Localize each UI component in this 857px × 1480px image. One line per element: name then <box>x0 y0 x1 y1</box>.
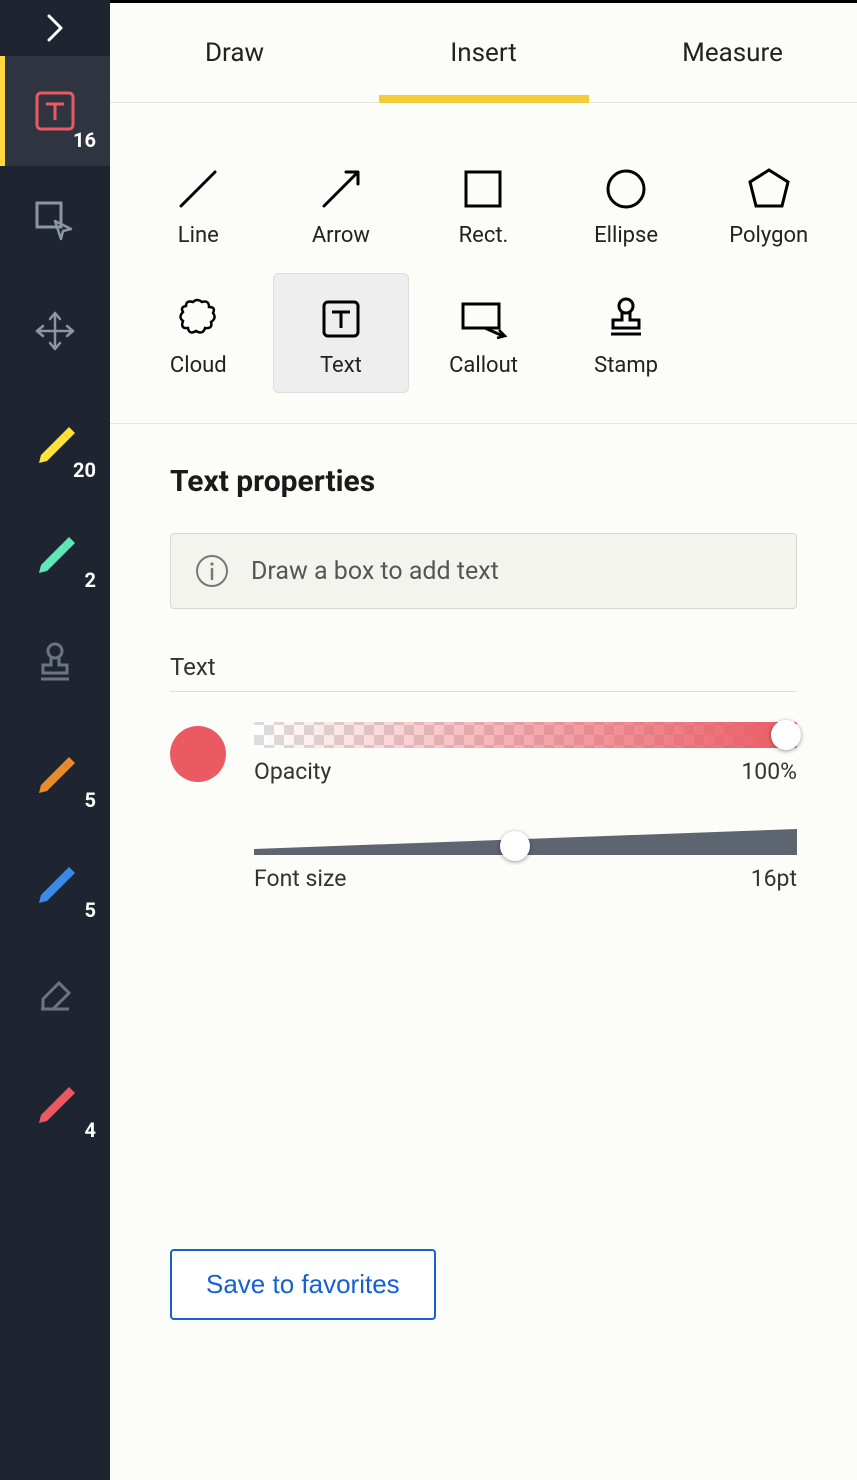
ellipse-icon <box>601 164 651 214</box>
tool-pen-red[interactable]: 4 <box>0 1046 110 1156</box>
shape-label: Ellipse <box>594 223 658 248</box>
slider-thumb[interactable] <box>771 720 801 750</box>
badge: 5 <box>85 898 96 922</box>
tab-insert[interactable]: Insert <box>359 3 608 102</box>
cloud-icon <box>173 294 223 344</box>
chevron-right-icon <box>45 14 65 42</box>
pen-icon <box>33 1079 77 1123</box>
eraser-icon <box>33 969 77 1013</box>
line-icon <box>173 164 223 214</box>
properties-panel: Text properties Draw a box to add text T… <box>110 424 857 932</box>
tool-pen-yellow[interactable]: 20 <box>0 386 110 496</box>
section-label: Text <box>170 653 797 692</box>
tool-pen-orange[interactable]: 5 <box>0 716 110 826</box>
save-to-favorites-button[interactable]: Save to favorites <box>170 1249 436 1320</box>
fontsize-slider[interactable] <box>254 825 797 855</box>
shape-stamp[interactable]: Stamp <box>558 273 695 393</box>
rect-icon <box>458 164 508 214</box>
shape-polygon[interactable]: Polygon <box>700 143 837 263</box>
opacity-slider[interactable] <box>254 722 797 748</box>
tool-stamp[interactable] <box>0 606 110 716</box>
hint-box: Draw a box to add text <box>170 533 797 609</box>
badge: 2 <box>85 568 96 592</box>
arrow-icon <box>316 164 366 214</box>
pen-icon <box>33 529 77 573</box>
fontsize-label: Font size <box>254 865 346 892</box>
main-panel: Draw Insert Measure Line Arrow Rect. Ell… <box>110 0 857 1480</box>
shape-label: Polygon <box>729 223 808 248</box>
shape-label: Line <box>178 223 219 248</box>
info-icon <box>195 554 229 588</box>
side-toolbar: 16 20 2 5 5 4 <box>0 0 110 1480</box>
tool-pen-blue[interactable]: 5 <box>0 826 110 936</box>
tab-label: Insert <box>450 38 517 68</box>
shape-cloud[interactable]: Cloud <box>130 273 267 393</box>
shape-label: Callout <box>449 353 518 378</box>
tab-draw[interactable]: Draw <box>110 3 359 102</box>
badge: 4 <box>85 1118 96 1142</box>
shape-arrow[interactable]: Arrow <box>273 143 410 263</box>
properties-title: Text properties <box>170 464 797 499</box>
shape-label: Stamp <box>594 353 658 378</box>
shape-label: Text <box>320 353 362 378</box>
select-icon <box>33 199 77 243</box>
shape-label: Rect. <box>459 223 509 248</box>
opacity-label: Opacity <box>254 758 331 785</box>
shape-grid: Line Arrow Rect. Ellipse Polygon Cloud T… <box>110 103 857 423</box>
shape-label: Cloud <box>170 353 227 378</box>
polygon-icon <box>744 164 794 214</box>
opacity-row: Opacity 100% <box>170 722 797 785</box>
hint-text: Draw a box to add text <box>251 557 499 586</box>
badge: 20 <box>73 458 96 482</box>
tab-bar: Draw Insert Measure <box>110 3 857 103</box>
tool-move[interactable] <box>0 276 110 386</box>
tool-select[interactable] <box>0 166 110 276</box>
pen-icon <box>33 419 77 463</box>
tool-pen-teal[interactable]: 2 <box>0 496 110 606</box>
color-swatch[interactable] <box>170 726 226 782</box>
pen-icon <box>33 859 77 903</box>
expand-toggle[interactable] <box>0 0 110 56</box>
text-tool-icon <box>34 90 76 132</box>
tab-label: Draw <box>205 38 264 68</box>
stamp-icon <box>601 294 651 344</box>
tab-label: Measure <box>682 38 783 68</box>
badge: 16 <box>73 128 96 152</box>
tab-measure[interactable]: Measure <box>608 3 857 102</box>
shape-line[interactable]: Line <box>130 143 267 263</box>
shape-rect[interactable]: Rect. <box>415 143 552 263</box>
tool-eraser[interactable] <box>0 936 110 1046</box>
move-icon <box>33 309 77 353</box>
slider-thumb[interactable] <box>500 831 530 861</box>
tool-text[interactable]: 16 <box>0 56 110 166</box>
callout-icon <box>455 294 511 344</box>
badge: 5 <box>85 788 96 812</box>
pen-icon <box>33 749 77 793</box>
shape-label: Arrow <box>312 223 370 248</box>
stamp-icon <box>33 639 77 683</box>
opacity-value: 100% <box>741 758 797 785</box>
text-icon <box>316 294 366 344</box>
shape-ellipse[interactable]: Ellipse <box>558 143 695 263</box>
fontsize-row: Font size 16pt <box>254 825 797 892</box>
shape-callout[interactable]: Callout <box>415 273 552 393</box>
shape-text[interactable]: Text <box>273 273 410 393</box>
fontsize-value: 16pt <box>751 865 797 892</box>
